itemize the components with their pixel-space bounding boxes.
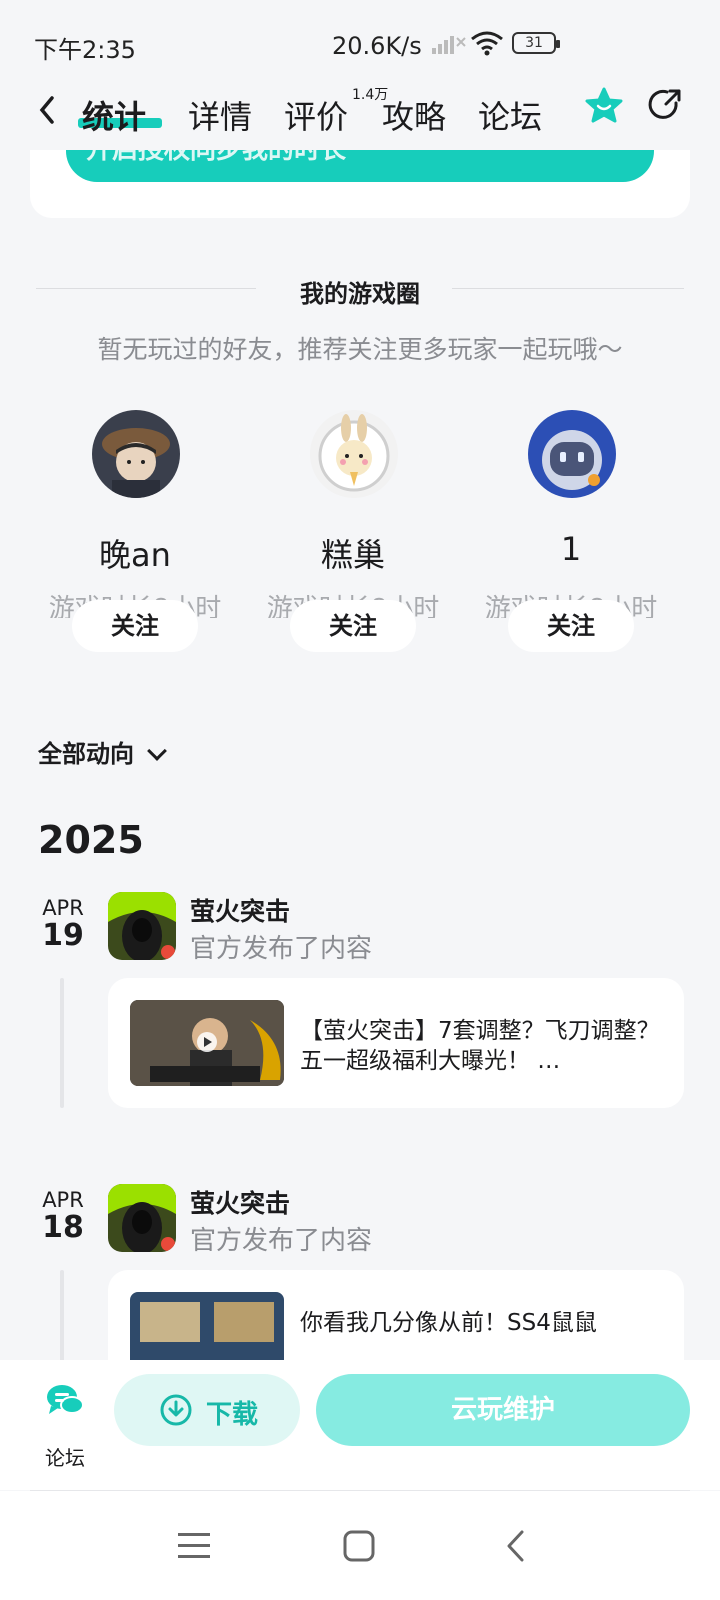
video-thumbnail[interactable] — [130, 1000, 284, 1086]
filter-label: 全部动向 — [38, 740, 134, 768]
tab-stats[interactable]: 统计 — [82, 92, 146, 138]
signal-icon — [432, 36, 466, 54]
follow-button[interactable]: 关注 — [290, 600, 416, 652]
game-icon[interactable] — [108, 1184, 176, 1252]
tab-forum[interactable]: 论坛 — [478, 92, 542, 138]
cloud-play-button[interactable]: 云玩维护 — [316, 1374, 690, 1446]
wifi-icon — [471, 31, 503, 56]
home-icon[interactable] — [342, 1529, 376, 1563]
entry-day: 19 — [42, 918, 84, 953]
avatar[interactable] — [310, 410, 398, 498]
friend-card[interactable]: 晚an 游戏时长8小时 关注 — [30, 410, 240, 670]
friend-name: 糕巢 — [320, 536, 385, 574]
back-nav-icon[interactable] — [504, 1529, 528, 1563]
game-action: 官方发布了内容 — [190, 934, 373, 964]
tab-reviews[interactable]: 评价 — [284, 92, 348, 138]
timeline-line — [60, 978, 64, 1108]
follow-button[interactable]: 关注 — [72, 600, 198, 652]
timeline-line — [60, 1270, 64, 1370]
entry-day: 18 — [42, 1210, 84, 1245]
network-speed: 20.6K/s — [332, 32, 422, 60]
post-card[interactable]: 【萤火突击】7套调整？飞刀调整？五一超级福利大曝光！ … — [108, 978, 684, 1108]
chat-bubble-icon — [47, 1385, 84, 1414]
favorite-star-icon[interactable] — [584, 86, 624, 126]
bottom-action-bar: 论坛 下载 云玩维护 — [0, 1360, 720, 1490]
download-button[interactable]: 下载 — [114, 1374, 300, 1446]
status-time: 下午2:35 — [34, 36, 136, 64]
download-icon — [160, 1394, 192, 1426]
friend-card[interactable]: 1 游戏时长8小时 关注 — [466, 410, 676, 670]
post-title: 【萤火突击】7套调整？飞刀调整？五一超级福利大曝光！ … — [300, 1018, 660, 1074]
avatar[interactable] — [528, 410, 616, 498]
friend-name: 1 — [560, 530, 582, 568]
post-title: 你看我几分像从前！SS4鼠鼠 — [300, 1310, 597, 1336]
chevron-down-icon — [147, 741, 167, 761]
header-nav: 统计 详情 评价 1.4万 攻略 论坛 — [0, 80, 720, 150]
game-name[interactable]: 萤火突击 — [190, 892, 290, 928]
year-heading: 2025 — [38, 818, 144, 862]
section-title: 我的游戏圈 — [300, 280, 420, 308]
game-action: 官方发布了内容 — [190, 1226, 373, 1256]
entry-month: APR — [42, 1188, 84, 1212]
game-icon[interactable] — [108, 892, 176, 960]
avatar[interactable] — [92, 410, 180, 498]
friend-card[interactable]: 糕巢 游戏时长8小时 关注 — [248, 410, 458, 670]
forum-shortcut[interactable]: 论坛 — [38, 1382, 92, 1472]
back-icon[interactable] — [32, 90, 62, 130]
forum-label: 论坛 — [45, 1446, 85, 1470]
share-icon[interactable] — [646, 86, 684, 124]
entry-month: APR — [42, 896, 84, 920]
game-circle-header: 我的游戏圈 — [36, 270, 684, 310]
activity-filter-dropdown[interactable]: 全部动向 — [38, 734, 167, 769]
tab-guides[interactable]: 攻略 — [382, 92, 446, 138]
battery-icon: 31 — [512, 32, 560, 54]
menu-icon[interactable] — [176, 1531, 212, 1561]
follow-button[interactable]: 关注 — [508, 600, 634, 652]
status-bar: 下午2:35 20.6K/s 31 — [0, 0, 720, 80]
system-nav-bar — [0, 1491, 720, 1600]
friend-name: 晚an — [99, 536, 171, 574]
download-label: 下载 — [206, 1400, 259, 1430]
tab-details[interactable]: 详情 — [188, 92, 252, 138]
section-subtitle: 暂无玩过的好友，推荐关注更多玩家一起玩哦～ — [97, 335, 623, 364]
game-name[interactable]: 萤火突击 — [190, 1184, 290, 1220]
